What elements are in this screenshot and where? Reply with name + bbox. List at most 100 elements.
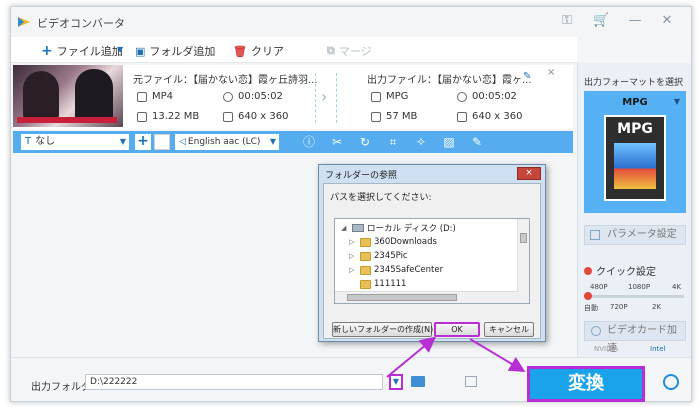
resolution-icon bbox=[457, 111, 467, 122]
src-format: MP4 bbox=[137, 91, 173, 102]
nvidia-logo: NVIDIA bbox=[594, 345, 619, 353]
dialog-prompt: パスを選択してください: bbox=[330, 193, 432, 203]
text-icon: T bbox=[25, 136, 32, 147]
dialog-close-button[interactable]: × bbox=[517, 167, 541, 180]
title-bar: ビデオコンバータ ⚿ 🛒 — ✕ bbox=[11, 7, 691, 37]
rotate-icon[interactable]: ↻ bbox=[357, 134, 373, 150]
file-item-card: 元ファイル：【届かない恋】霞ヶ丘詩羽... MP4 00:05:02 13.22… bbox=[13, 65, 573, 129]
quality-slider-knob[interactable] bbox=[584, 292, 592, 300]
chevron-down-icon: ▼ bbox=[269, 137, 276, 146]
gpu-icon bbox=[591, 326, 601, 336]
add-file-label: ファイル追加 bbox=[56, 45, 123, 58]
cancel-button[interactable]: キャンセル bbox=[484, 322, 534, 337]
src-resolution: 640 x 360 bbox=[223, 111, 288, 122]
convert-button[interactable]: 変換 bbox=[527, 366, 645, 402]
expand-arrow-icon[interactable]: ▷ bbox=[349, 266, 357, 274]
expand-arrow-icon[interactable]: ▷ bbox=[349, 252, 357, 260]
info-icon[interactable]: ⓘ bbox=[301, 134, 317, 150]
app-logo-icon bbox=[18, 17, 30, 27]
ok-button[interactable]: OK bbox=[434, 322, 480, 337]
folder-icon bbox=[360, 279, 371, 289]
new-folder-button[interactable]: 新しいフォルダーの作成(N) bbox=[332, 322, 433, 337]
tree-item-folder[interactable]: 111111 bbox=[349, 277, 406, 291]
tree-item-folder[interactable]: ▷ 2345SafeCenter bbox=[349, 263, 443, 277]
audio-track-select[interactable]: ◁ English aac (LC) ▼ bbox=[175, 134, 279, 150]
trash-icon: 🗑 bbox=[233, 44, 247, 58]
subtitle-select[interactable]: T なし ▼ bbox=[21, 134, 129, 150]
minimize-icon[interactable]: — bbox=[627, 13, 643, 29]
folder-add-icon: ▣ bbox=[135, 44, 146, 58]
parameter-settings-button[interactable]: パラメータ設定 bbox=[584, 225, 686, 245]
edit-toolbar: T なし ▼ + ◁ English aac (LC) ▼ ⓘ ✂ ↻ ⌗ ✧ ▨ … bbox=[13, 131, 573, 153]
settings-sliders-icon bbox=[590, 230, 600, 240]
clear-button[interactable]: 🗑 クリア bbox=[233, 43, 284, 59]
clock-icon bbox=[457, 91, 467, 102]
scissors-icon[interactable]: ✂ bbox=[329, 134, 345, 150]
quality-slider[interactable] bbox=[584, 292, 684, 300]
folder-tree[interactable]: ◢ ローカル ディスク (D:) ▷ 360Downloads ▷ 2345Pi… bbox=[334, 218, 530, 304]
add-subtitle-button[interactable]: + bbox=[135, 134, 151, 150]
resolution-icon bbox=[223, 111, 233, 122]
open-folder-icon[interactable] bbox=[411, 376, 425, 387]
image-watermark-icon[interactable]: ▨ bbox=[441, 134, 457, 150]
quick-settings-label: クイック設定 bbox=[584, 263, 656, 278]
subtitle-option-button[interactable] bbox=[154, 134, 170, 150]
tree-item-drive-d[interactable]: ◢ ローカル ディスク (D:) bbox=[341, 221, 456, 235]
browse-folder-dialog: フォルダーの参照 × パスを選択してください: ◢ ローカル ディスク (D:)… bbox=[318, 164, 546, 342]
plus-icon: + bbox=[41, 43, 53, 59]
file-size-icon bbox=[371, 111, 381, 122]
alarm-clock-icon[interactable] bbox=[663, 374, 679, 390]
close-icon[interactable]: ✕ bbox=[659, 13, 675, 29]
mpg-format-icon: MPG bbox=[604, 115, 666, 201]
merge-label: マージ bbox=[338, 45, 372, 58]
convert-arrow-icon: › bbox=[315, 73, 337, 123]
gpu-acceleration-button[interactable]: ビデオカード加速 bbox=[584, 321, 686, 354]
video-format-icon bbox=[371, 91, 381, 102]
effects-wand-icon[interactable]: ✧ bbox=[413, 134, 429, 150]
quick-settings-icon bbox=[584, 266, 592, 275]
merge-button[interactable]: ⧉ マージ bbox=[327, 43, 372, 59]
merge-icon: ⧉ bbox=[327, 44, 335, 57]
format-panel-title: 出力フォーマットを選択 bbox=[584, 78, 684, 88]
intel-logo: Intel bbox=[650, 345, 666, 353]
main-toolbar: + ファイル追加 ▼ ▣ フォルダ追加 🗑 クリア ⧉ マージ bbox=[11, 37, 577, 63]
out-size: 57 MB bbox=[371, 111, 417, 122]
expand-arrow-icon[interactable]: ▷ bbox=[349, 238, 357, 246]
export-icon[interactable] bbox=[465, 376, 477, 387]
source-file-name: 元ファイル：【届かない恋】霞ヶ丘詩羽... bbox=[133, 75, 318, 86]
rename-pencil-icon[interactable]: ✎ bbox=[523, 71, 531, 82]
output-format-selector[interactable]: MPG ▼ MPG bbox=[584, 91, 686, 213]
window-title: ビデオコンバータ bbox=[37, 17, 125, 30]
crop-icon[interactable]: ⌗ bbox=[385, 134, 401, 150]
chevron-down-icon: ▼ bbox=[119, 137, 126, 146]
out-format: MPG bbox=[371, 91, 408, 102]
add-file-button[interactable]: + ファイル追加 bbox=[41, 43, 123, 59]
format-panel: 出力フォーマットを選択 MPG ▼ MPG パラメータ設定 クイック設定 480… bbox=[577, 63, 691, 357]
add-folder-label: フォルダ追加 bbox=[149, 45, 216, 58]
cart-icon[interactable]: 🛒 bbox=[593, 13, 609, 29]
tree-item-folder[interactable]: ▷ 2345Pic bbox=[349, 249, 408, 263]
expand-arrow-icon[interactable]: ◢ bbox=[341, 224, 349, 232]
tree-item-folder[interactable]: ▷ 360Downloads bbox=[349, 235, 437, 249]
output-folder-field[interactable]: D:\222222 bbox=[85, 374, 383, 390]
output-file-name: 出力ファイル：【届かない恋】霞ヶ... bbox=[367, 75, 532, 86]
key-icon[interactable]: ⚿ bbox=[559, 13, 575, 29]
output-folder-dropdown-button[interactable]: ▼ bbox=[389, 374, 403, 390]
src-duration: 00:05:02 bbox=[223, 91, 283, 102]
chevron-down-icon: ▼ bbox=[673, 97, 680, 106]
speaker-icon: ◁ bbox=[179, 137, 186, 147]
out-resolution: 640 x 360 bbox=[457, 111, 522, 122]
drive-icon bbox=[352, 224, 364, 232]
clock-icon bbox=[223, 91, 233, 102]
folder-icon bbox=[360, 237, 371, 247]
format-name: MPG bbox=[622, 97, 648, 108]
tree-horizontal-scrollbar[interactable] bbox=[335, 291, 519, 303]
video-thumbnail[interactable] bbox=[13, 65, 123, 127]
dialog-body: パスを選択してください: ◢ ローカル ディスク (D:) ▷ 360Downl… bbox=[323, 183, 541, 339]
edit-pen-icon[interactable]: ✎ bbox=[469, 134, 485, 150]
add-file-dropdown-icon[interactable]: ▼ bbox=[117, 45, 123, 54]
remove-file-icon[interactable]: × bbox=[547, 67, 555, 78]
folder-icon bbox=[360, 265, 371, 275]
folder-icon bbox=[360, 251, 371, 261]
add-folder-button[interactable]: ▣ フォルダ追加 bbox=[135, 43, 215, 59]
